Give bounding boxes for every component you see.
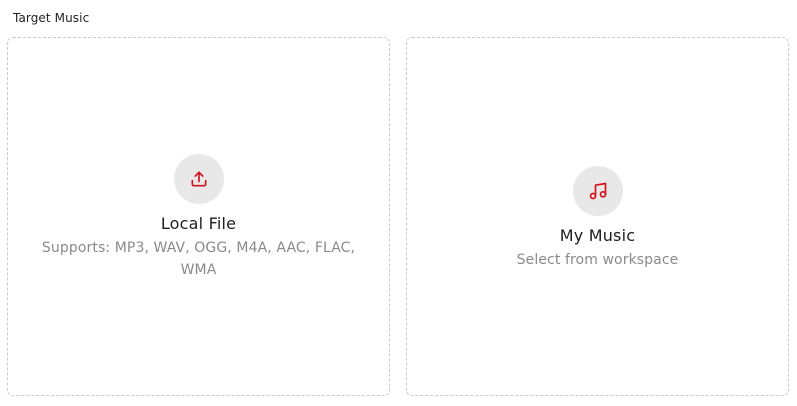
local-file-icon-circle [173, 154, 224, 204]
my-music-title: My Music [559, 226, 636, 245]
my-music-subtitle: Select from workspace [516, 252, 679, 268]
my-music-option[interactable]: My Music Select from workspace [406, 37, 789, 396]
target-music-label: Target Music [13, 11, 90, 25]
local-file-content: Local File Supports: MP3, WAV, OGG, M4A,… [8, 154, 389, 281]
music-note-icon [589, 182, 606, 200]
my-music-icon-circle [572, 166, 623, 216]
my-music-content: My Music Select from workspace [407, 166, 788, 271]
local-file-option[interactable]: Local File Supports: MP3, WAV, OGG, M4A,… [7, 37, 390, 396]
upload-icon [191, 171, 206, 187]
local-file-subtitle: Supports: MP3, WAV, OGG, M4A, AAC, FLAC,… [41, 240, 356, 278]
local-file-title: Local File [160, 214, 237, 233]
